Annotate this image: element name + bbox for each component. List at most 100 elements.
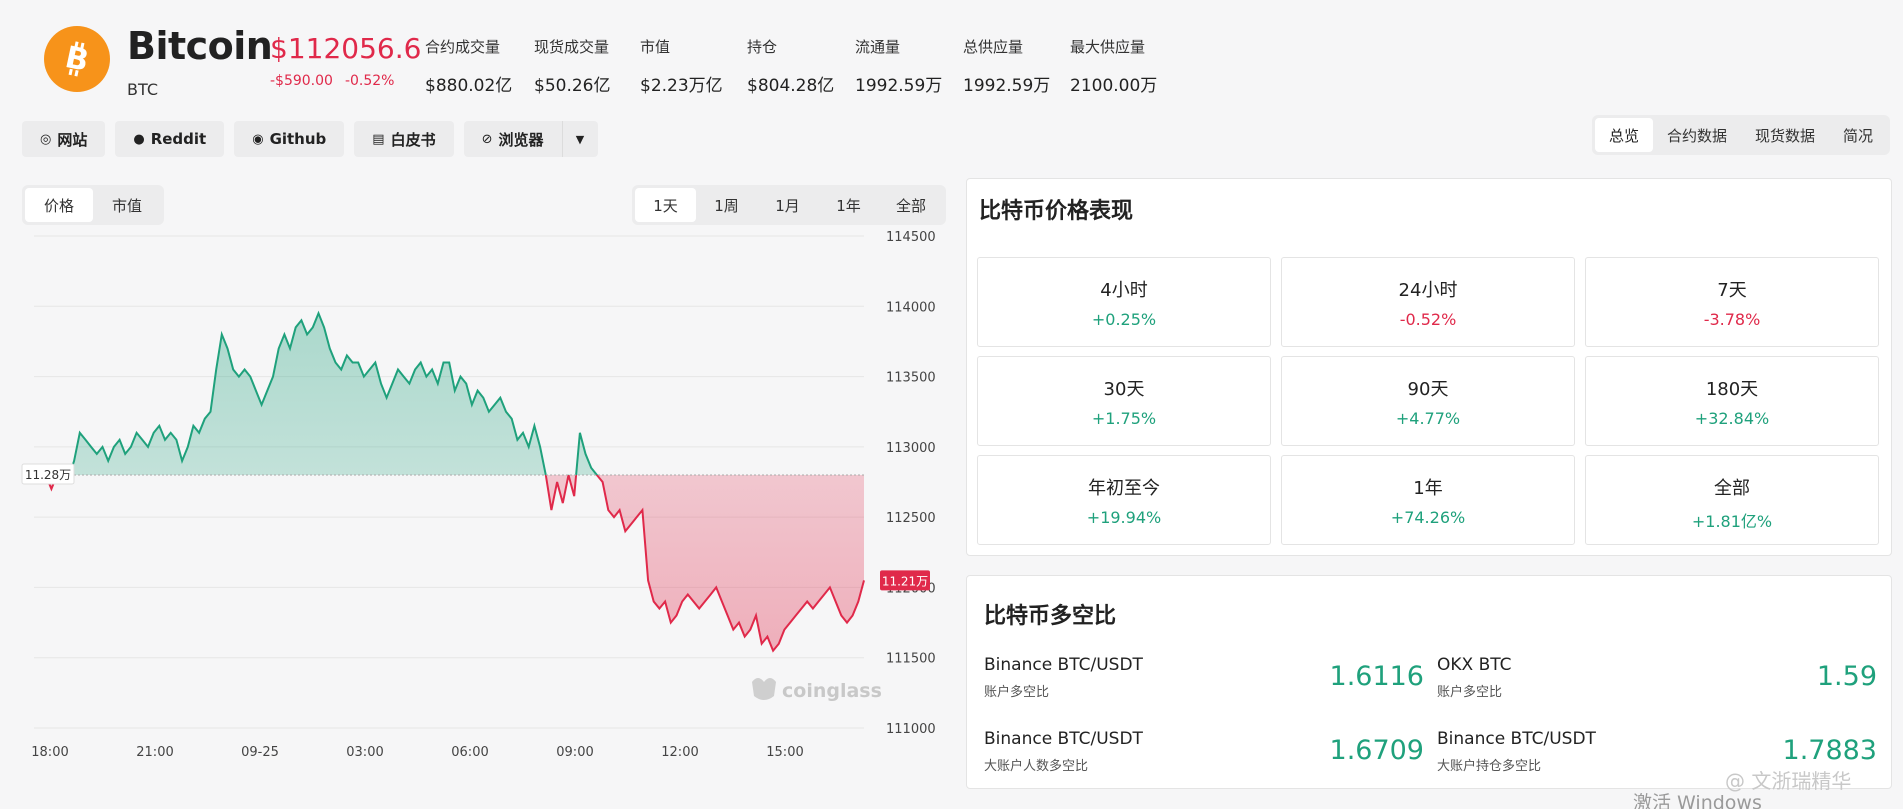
reddit-button[interactable]: ● Reddit — [115, 121, 225, 157]
perf-value: +32.84% — [1694, 409, 1770, 428]
perf-cell-90d: 90天 +4.77% — [1281, 356, 1575, 446]
perf-cell-7d: 7天 -3.78% — [1585, 257, 1879, 347]
y-tick-label: 111500 — [886, 652, 936, 667]
stat-value: $880.02亿 — [425, 76, 513, 96]
performance-grid: 4小时 +0.25% 24小时 -0.52% 7天 -3.78% 30天 +1.75% … — [977, 257, 1879, 545]
whitepaper-label: 白皮书 — [390, 130, 436, 149]
y-tick-label: 112500 — [886, 511, 936, 526]
baseline-label: 11.28万 — [25, 468, 71, 482]
explorer-label: 浏览器 — [498, 130, 544, 149]
view-tabs: 总览 合约数据 现货数据 简况 — [1591, 115, 1890, 155]
whitepaper-button[interactable]: ▤ 白皮书 — [354, 121, 454, 157]
explorer-icon: ⊘ — [481, 131, 493, 147]
github-icon: ◉ — [252, 131, 264, 147]
y-tick-label: 114500 — [886, 230, 936, 245]
github-button[interactable]: ◉ Github — [234, 121, 345, 157]
tab-market-cap[interactable]: 市值 — [93, 188, 161, 222]
stat-value: 1992.59万 — [963, 76, 1051, 96]
perf-label: 24小时 — [1398, 280, 1458, 301]
tab-price[interactable]: 价格 — [25, 188, 93, 222]
bitcoin-icon: B — [44, 26, 110, 92]
x-tick-label: 15:00 — [766, 745, 803, 760]
watermark-text: coinglass — [782, 680, 882, 702]
globe-icon: ◎ — [40, 131, 52, 147]
price-change-abs: -$590.00 — [270, 73, 333, 89]
perf-cell-ytd: 年初至今 +19.94% — [977, 455, 1271, 545]
perf-cell-all: 全部 +1.81亿% — [1585, 455, 1879, 545]
reddit-icon: ● — [133, 131, 145, 147]
x-tick-label: 09-25 — [241, 745, 279, 760]
stat-label: 流通量 — [855, 38, 901, 56]
ls-exchange: OKX BTC — [1437, 655, 1512, 675]
perf-cell-24h: 24小时 -0.52% — [1281, 257, 1575, 347]
bitcoin-symbol-icon: B — [62, 40, 92, 79]
ls-value: 1.7883 — [1782, 735, 1877, 766]
perf-label: 1年 — [1413, 478, 1443, 499]
tab-profile[interactable]: 简况 — [1829, 118, 1887, 152]
perf-value: +1.75% — [1091, 409, 1157, 428]
perf-label: 全部 — [1714, 478, 1750, 499]
stat-max-supply: 最大供应量 2100.00万 — [1070, 36, 1157, 96]
panel-title: 比特币价格表现 — [979, 199, 1134, 224]
explorer-dropdown: ⊘ 浏览器 ▼ — [463, 121, 598, 157]
stat-market-cap: 市值 $2.23万亿 — [640, 36, 723, 96]
price-chart[interactable]: 1145001140001135001130001125001120001115… — [0, 220, 950, 780]
perf-label: 30天 — [1103, 379, 1145, 400]
time-range-tabs: 1天 1周 1月 1年 全部 — [632, 185, 946, 225]
chart-area — [34, 310, 865, 653]
stat-value: 1992.59万 — [855, 76, 943, 96]
perf-value: +4.77% — [1395, 409, 1461, 428]
perf-value: +74.26% — [1390, 508, 1466, 527]
stat-value: $50.26亿 — [534, 76, 611, 96]
perf-label: 180天 — [1705, 379, 1759, 400]
price-performance-panel: 比特币价格表现 4小时 +0.25% 24小时 -0.52% 7天 -3.78% 30… — [966, 178, 1892, 556]
resource-links: ◎ 网站 ● Reddit ◉ Github ▤ 白皮书 ⊘ 浏览器 ▼ — [22, 121, 598, 157]
stat-circulating-supply: 流通量 1992.59万 — [855, 36, 942, 96]
current-price: $112056.6 — [270, 32, 422, 65]
ls-item: OKX BTC 账户多空比 1.59 — [1437, 655, 1877, 715]
y-tick-label: 113000 — [886, 441, 936, 456]
tab-futures-data[interactable]: 合约数据 — [1653, 118, 1741, 152]
perf-value: +0.25% — [1091, 310, 1157, 329]
stat-label: 最大供应量 — [1070, 38, 1146, 56]
area-fill-down — [40, 474, 864, 651]
stat-futures-volume: 合约成交量 $880.02亿 — [425, 36, 512, 96]
y-tick-label: 114000 — [886, 300, 936, 315]
tab-overview[interactable]: 总览 — [1594, 118, 1653, 152]
stat-label: 市值 — [640, 38, 671, 56]
chart-type-tabs: 价格 市值 — [22, 185, 164, 225]
perf-value: +19.94% — [1086, 508, 1162, 527]
x-tick-label: 03:00 — [346, 745, 383, 760]
range-1w[interactable]: 1周 — [696, 188, 757, 222]
price-change: -$590.00 -0.52% — [270, 73, 394, 89]
perf-cell-30d: 30天 +1.75% — [977, 356, 1271, 446]
ls-subtitle: 账户多空比 — [1437, 685, 1503, 700]
current-price-label: 11.21万 — [882, 574, 928, 588]
document-icon: ▤ — [372, 131, 385, 147]
range-all[interactable]: 全部 — [879, 188, 943, 222]
chevron-down-icon[interactable]: ▼ — [561, 121, 598, 157]
perf-label: 90天 — [1407, 379, 1449, 400]
x-tick-label: 12:00 — [661, 745, 698, 760]
stat-value: $804.28亿 — [747, 76, 835, 96]
perf-value: +1.81亿% — [1691, 512, 1773, 531]
coinglass-watermark: coinglass — [752, 678, 882, 702]
coin-name: Bitcoin — [127, 24, 273, 68]
range-1m[interactable]: 1月 — [757, 188, 818, 222]
y-tick-label: 113500 — [886, 371, 936, 386]
perf-label: 7天 — [1717, 280, 1747, 301]
perf-cell-1y: 1年 +74.26% — [1281, 455, 1575, 545]
github-label: Github — [269, 130, 327, 148]
coin-symbol: BTC — [127, 80, 158, 99]
stat-label: 总供应量 — [963, 38, 1024, 56]
price-change-pct: -0.52% — [344, 73, 395, 89]
stat-value: 2100.00万 — [1070, 76, 1158, 96]
explorer-button[interactable]: ⊘ 浏览器 — [464, 121, 562, 157]
range-1y[interactable]: 1年 — [818, 188, 879, 222]
x-tick-label: 09:00 — [556, 745, 593, 760]
website-button[interactable]: ◎ 网站 — [22, 121, 106, 157]
website-label: 网站 — [57, 130, 88, 149]
range-1d[interactable]: 1天 — [635, 188, 696, 222]
ls-item: Binance BTC/USDT 大账户人数多空比 1.6709 — [984, 729, 1424, 789]
tab-spot-data[interactable]: 现货数据 — [1741, 118, 1829, 152]
